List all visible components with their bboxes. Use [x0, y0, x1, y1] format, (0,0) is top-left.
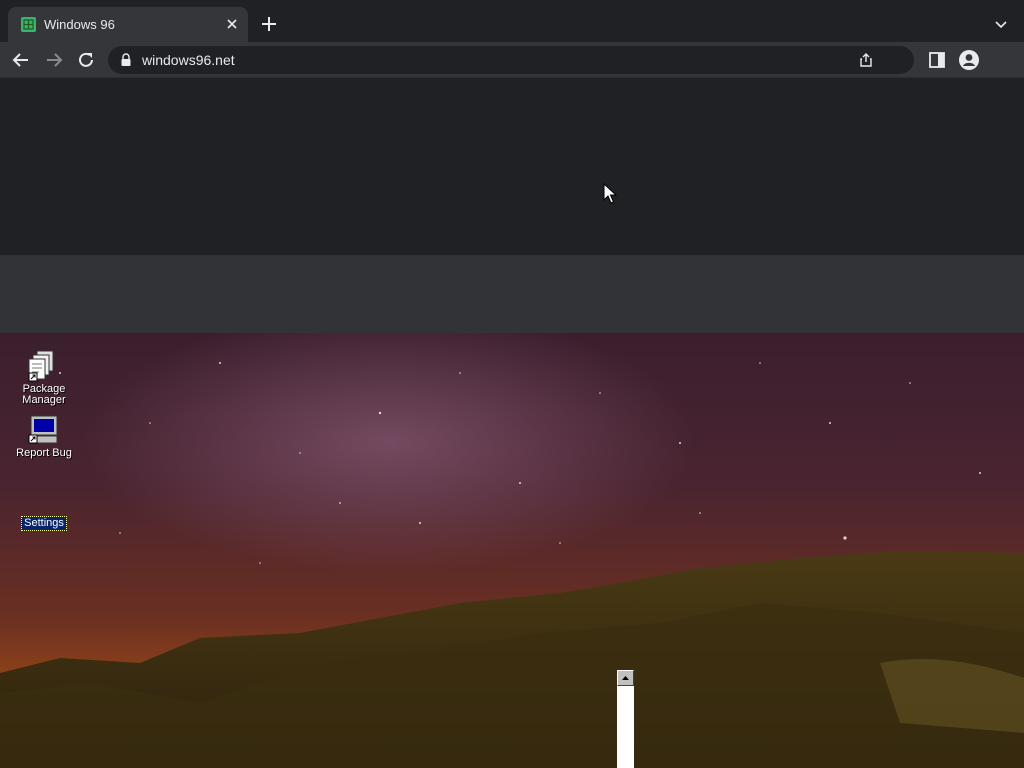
tab-strip: Windows 96	[0, 0, 1024, 42]
desktop-icon-settings[interactable]: Settings	[5, 513, 83, 531]
tab-list-icon[interactable]	[993, 16, 1009, 32]
url-text[interactable]: windows96.net	[142, 52, 235, 68]
profile-icon[interactable]	[958, 49, 980, 71]
close-icon[interactable]	[224, 16, 240, 32]
windows96-logo-icon	[21, 17, 36, 32]
desktop-icon-package-manager[interactable]: Package Manager	[5, 349, 83, 406]
night-sky-wallpaper	[0, 333, 1024, 768]
windows96-desktop[interactable]: Package Manager Report Bug Settings	[0, 333, 1024, 768]
scrollbar[interactable]	[617, 670, 634, 768]
desktop-icon-label: Settings	[21, 516, 67, 531]
forward-icon[interactable]	[44, 50, 64, 70]
desktop-icon-report-bug[interactable]: Report Bug	[5, 413, 83, 459]
tab-title: Windows 96	[44, 17, 115, 32]
report-bug-icon	[28, 415, 58, 444]
mouse-cursor-icon	[603, 183, 617, 204]
browser-tab[interactable]: Windows 96	[8, 7, 248, 42]
desktop-icon-label: Package Manager	[22, 383, 66, 406]
scroll-up-button[interactable]	[617, 670, 634, 686]
page-banner	[0, 255, 1024, 333]
lock-icon[interactable]	[120, 53, 132, 67]
back-icon[interactable]	[11, 50, 31, 70]
desktop-icon-label: Report Bug	[16, 447, 72, 459]
page-blank-area	[0, 78, 1024, 255]
address-bar[interactable]: windows96.net	[108, 46, 914, 74]
package-manager-icon	[28, 350, 54, 382]
side-panel-icon[interactable]	[928, 51, 946, 69]
arrow-up-icon	[622, 676, 629, 680]
share-icon[interactable]	[858, 52, 874, 68]
new-tab-icon[interactable]	[259, 14, 279, 34]
reload-icon[interactable]	[76, 50, 96, 70]
browser-toolbar: windows96.net	[0, 42, 1024, 78]
